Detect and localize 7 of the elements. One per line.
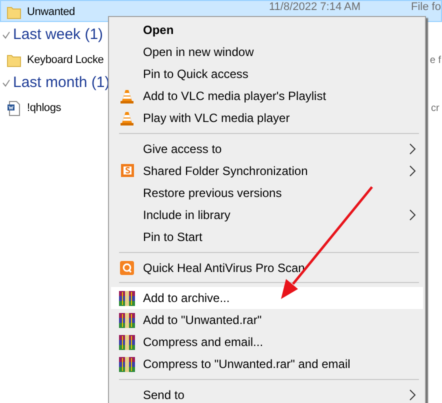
file-name: Unwanted bbox=[27, 5, 75, 20]
file-type: cr bbox=[430, 102, 440, 116]
file-type: e f bbox=[428, 54, 441, 68]
file-name: !qhlogs bbox=[27, 101, 62, 116]
file-type: File fo bbox=[411, 1, 441, 13]
file-name: Keyboard Locke bbox=[27, 53, 104, 68]
date-modified: 11/8/2022 7:14 AM bbox=[269, 1, 362, 13]
